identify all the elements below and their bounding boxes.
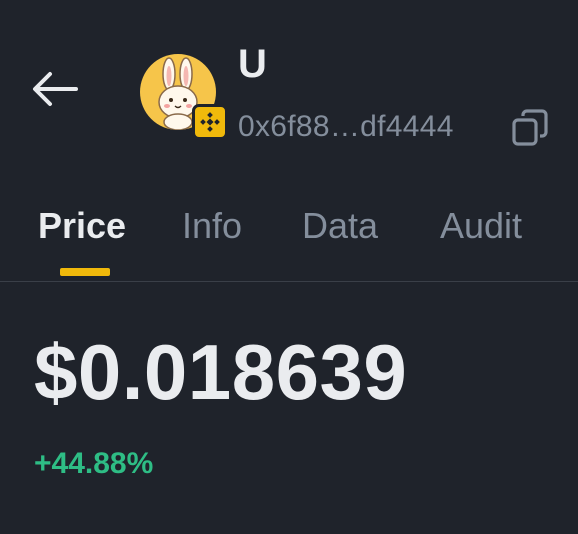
token-address: 0x6f88…df4444: [238, 110, 454, 143]
arrow-left-icon: [33, 72, 78, 106]
active-tab-indicator: [60, 268, 110, 276]
price-change-percent: +44.88%: [34, 447, 154, 480]
token-avatar: [140, 54, 228, 140]
tab-price[interactable]: Price: [38, 204, 126, 248]
token-name: U: [238, 42, 267, 86]
token-price: $0.018639: [34, 328, 408, 416]
tab-bar: Price Info Data Audit: [0, 196, 578, 280]
tab-audit[interactable]: Audit: [440, 204, 522, 248]
token-detail-page: U 0x6f88…df4444 Price Info Data Audit $0…: [0, 0, 578, 534]
tab-data[interactable]: Data: [302, 204, 378, 248]
tab-divider: [0, 281, 578, 282]
back-button[interactable]: [28, 68, 80, 110]
copy-address-button[interactable]: [508, 106, 552, 150]
tab-info[interactable]: Info: [182, 204, 242, 248]
copy-icon: [512, 109, 548, 146]
bnb-chain-icon: [192, 104, 228, 140]
